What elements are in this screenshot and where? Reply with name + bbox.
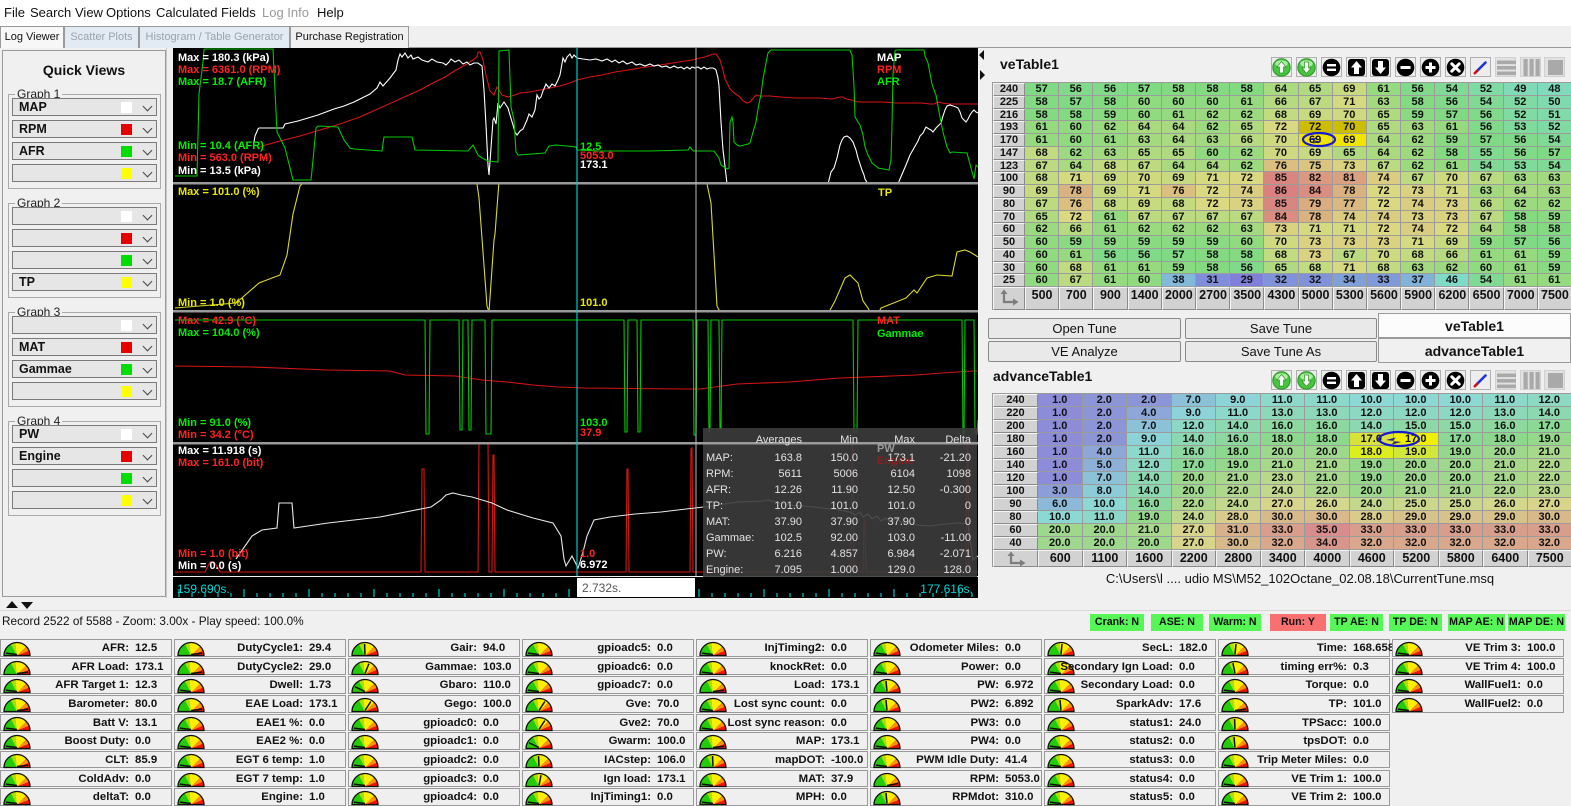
svg-text:12.26: 12.26: [774, 484, 802, 496]
svg-text:150.0: 150.0: [830, 452, 858, 464]
svg-text:101.0: 101.0: [580, 297, 608, 309]
svg-text:TP:: TP:: [706, 500, 723, 512]
svg-text:RPM: RPM: [877, 64, 901, 76]
svg-text:Engine:: Engine:: [706, 564, 743, 576]
svg-text:1098: 1098: [947, 468, 971, 480]
svg-text:PW:: PW:: [706, 548, 727, 560]
svg-text:6.984: 6.984: [887, 548, 915, 560]
svg-text:102.5: 102.5: [774, 532, 802, 544]
svg-text:MAP: MAP: [877, 52, 901, 64]
svg-text:129.0: 129.0: [887, 564, 915, 576]
svg-text:4.857: 4.857: [830, 548, 858, 560]
svg-text:163.8: 163.8: [774, 452, 802, 464]
svg-text:12.50: 12.50: [887, 484, 915, 496]
svg-text:Min = 0.0 (s): Min = 0.0 (s): [178, 560, 242, 572]
svg-text:37.90: 37.90: [774, 516, 802, 528]
svg-text:RPM:: RPM:: [706, 468, 734, 480]
svg-text:Max = 6361.0 (RPM): Max = 6361.0 (RPM): [178, 64, 281, 76]
svg-text:101.0: 101.0: [830, 500, 858, 512]
svg-text:1.000: 1.000: [830, 564, 858, 576]
svg-text:-11.00: -11.00: [941, 532, 971, 544]
svg-text:103.0: 103.0: [887, 532, 915, 544]
svg-text:11.90: 11.90: [831, 484, 858, 496]
svg-text:Delta: Delta: [945, 434, 972, 446]
svg-text:173.1: 173.1: [580, 159, 608, 171]
svg-text:37.9: 37.9: [580, 427, 601, 439]
svg-text:Gammae:: Gammae:: [706, 532, 754, 544]
svg-text:5611: 5611: [778, 468, 802, 480]
svg-text:-0.300: -0.300: [940, 484, 971, 496]
svg-text:Max: Max: [894, 434, 915, 446]
svg-text:Min = 91.0 (%): Min = 91.0 (%): [178, 417, 251, 429]
svg-text:101.0: 101.0: [887, 500, 915, 512]
svg-text:Max = 101.0 (%): Max = 101.0 (%): [178, 186, 260, 198]
svg-text:MAP:: MAP:: [706, 452, 733, 464]
svg-text:-21.20: -21.20: [940, 452, 971, 464]
svg-text:159.690s.: 159.690s.: [177, 582, 230, 596]
svg-text:Max = 180.3 (kPa): Max = 180.3 (kPa): [178, 52, 270, 64]
svg-text:AFR:: AFR:: [706, 484, 731, 496]
svg-text:Min = 1.0 (%): Min = 1.0 (%): [178, 297, 245, 309]
svg-text:92.00: 92.00: [830, 532, 858, 544]
svg-text:Min = 34.2 (°C): Min = 34.2 (°C): [178, 429, 254, 441]
svg-text:Max = 161.0 (bit): Max = 161.0 (bit): [178, 457, 264, 469]
svg-text:Min = 10.4 (AFR): Min = 10.4 (AFR): [178, 140, 264, 152]
svg-text:Gammae: Gammae: [877, 328, 923, 340]
svg-text:37.90: 37.90: [887, 516, 915, 528]
svg-text:6104: 6104: [891, 468, 915, 480]
svg-text:Max = 104.0 (%): Max = 104.0 (%): [178, 327, 260, 339]
svg-text:Max = 11.918 (s): Max = 11.918 (s): [178, 445, 262, 457]
svg-text:0: 0: [965, 500, 971, 512]
svg-text:128.0: 128.0: [943, 564, 971, 576]
svg-text:AFR: AFR: [877, 76, 900, 88]
svg-text:Max = 18.7 (AFR): Max = 18.7 (AFR): [178, 76, 267, 88]
svg-text:Min = 1.0 (bit): Min = 1.0 (bit): [178, 548, 249, 560]
svg-text:101.0: 101.0: [774, 500, 802, 512]
svg-text:MAT: MAT: [877, 315, 900, 327]
svg-text:6.972: 6.972: [580, 559, 608, 571]
svg-text:173.1: 173.1: [887, 452, 915, 464]
svg-text:177.616s.: 177.616s.: [920, 582, 973, 596]
svg-text:TP: TP: [878, 187, 892, 199]
svg-text:Min = 13.5 (kPa): Min = 13.5 (kPa): [178, 165, 261, 177]
svg-text:37.90: 37.90: [830, 516, 858, 528]
svg-text:Min: Min: [840, 434, 858, 446]
svg-text:2.732s.: 2.732s.: [582, 581, 621, 595]
svg-text:Min = 563.0 (RPM): Min = 563.0 (RPM): [178, 152, 272, 164]
svg-text:Averages: Averages: [756, 434, 803, 446]
svg-text:MAT:: MAT:: [706, 516, 730, 528]
svg-text:6.216: 6.216: [774, 548, 802, 560]
svg-text:5006: 5006: [834, 468, 858, 480]
svg-text:7.095: 7.095: [774, 564, 802, 576]
svg-text:0: 0: [965, 516, 971, 528]
svg-text:Max = 42.9 (°C): Max = 42.9 (°C): [178, 315, 256, 327]
svg-text:-2.071: -2.071: [940, 548, 971, 560]
